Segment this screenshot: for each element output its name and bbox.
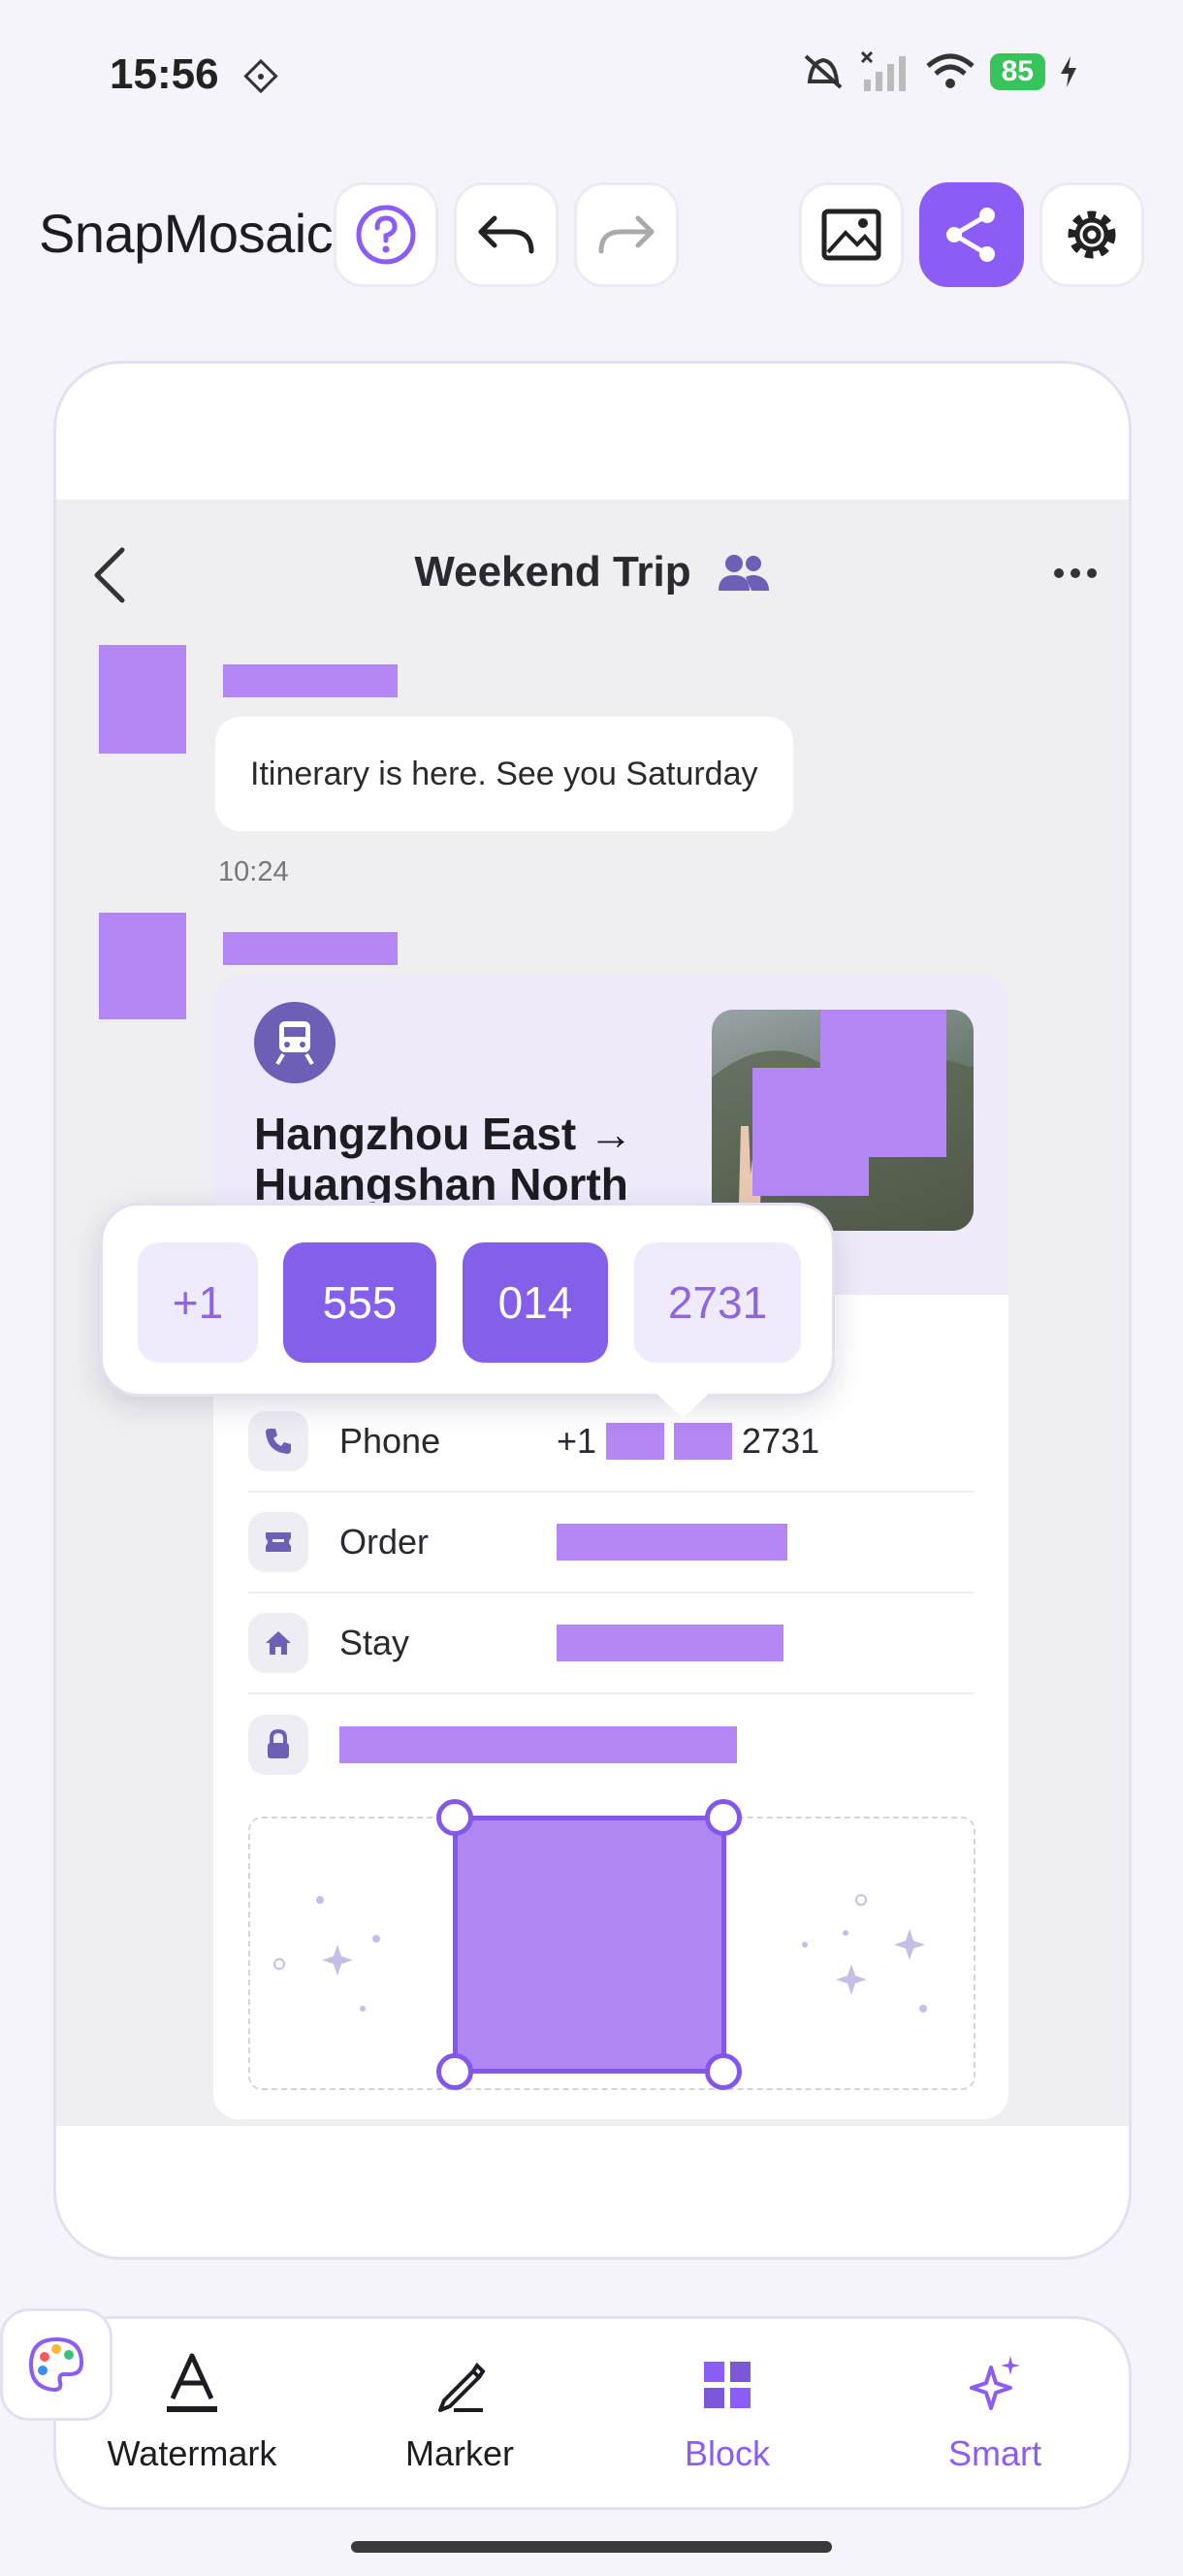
tool-block[interactable]: Block [611,2352,844,2474]
charging-icon [1061,56,1076,87]
stay-mosaic [557,1625,783,1661]
sparkle-decoration-icon [802,1894,927,2012]
phone-prefix: +1 [557,1421,597,1461]
status-icons: 85 [800,50,1078,93]
ticket-icon [248,1512,308,1572]
message-time: 10:24 [218,856,289,887]
detail-row-phone: Phone +1 2731 [248,1392,974,1493]
help-icon [356,205,416,265]
phone-mosaic [674,1423,733,1460]
pen-icon [438,2362,486,2412]
resize-handle-top-left[interactable] [436,1799,473,1836]
message-text: Itinerary is here. See you Saturday [250,755,758,792]
row-label: Phone [339,1421,441,1461]
grid-icon [243,58,278,94]
mosaic-selection-block[interactable] [453,1816,726,2074]
row-label: Order [339,1522,430,1562]
avatar-mosaic [99,645,186,754]
password-mosaic [339,1726,737,1763]
segment-prefix[interactable]: 014 [463,1242,608,1363]
sparkle-decoration-icon [273,1896,380,2012]
segment-area[interactable]: 555 [283,1242,436,1363]
detail-row-stay: Stay [248,1594,974,1694]
face-mosaic [820,1010,946,1068]
train-icon [254,1002,336,1083]
redo-icon [598,215,655,254]
detail-row-password [248,1694,974,1795]
undo-icon [478,215,534,254]
phone-value: +1 2731 [557,1421,819,1462]
phone-suffix: 2731 [742,1421,820,1461]
chat-title: Weekend Trip [414,548,691,596]
selfie-photo [712,1010,974,1231]
phone-mosaic [606,1423,665,1460]
block-grid-icon [704,2362,751,2408]
text-a-icon [167,2353,217,2412]
tool-label: Watermark [107,2433,277,2473]
resize-handle-bottom-left[interactable] [436,2053,473,2090]
sparkle-icon [970,2356,1020,2410]
route-origin: Hangzhou East → [254,1109,634,1159]
segment-country-code[interactable]: +1 [138,1242,258,1363]
undo-button[interactable] [454,182,559,287]
more-icon [1054,568,1097,578]
home-icon [248,1613,308,1673]
avatar-mosaic [99,913,186,1019]
image-button[interactable] [799,182,904,287]
message-bubble: Itinerary is here. See you Saturday [215,717,793,831]
group-icon [718,555,769,591]
popover-pointer [655,1393,710,1418]
share-button[interactable] [919,182,1024,287]
number-segment-popover: +1 555 014 2731 [100,1203,835,1397]
lock-icon [248,1715,308,1775]
app-title: SnapMosaic [39,203,334,264]
row-label: Stay [339,1623,410,1662]
tool-marker[interactable]: Marker [343,2352,576,2474]
tool-bar: Watermark Marker Block Smart [53,2316,1132,2510]
battery-level: 85 [989,53,1045,90]
status-time: 15:56 [110,50,219,98]
resize-handle-bottom-right[interactable] [705,2053,742,2090]
sender-name-mosaic [223,932,398,965]
tool-label: Smart [947,2433,1041,2473]
tool-label: Block [684,2433,771,2473]
share-icon [946,208,995,262]
help-button[interactable] [334,182,438,287]
resize-handle-top-right[interactable] [705,1799,742,1836]
segment-line[interactable]: 2731 [634,1242,801,1363]
settings-button[interactable] [1039,182,1144,287]
image-icon [821,209,881,261]
tool-smart[interactable]: Smart [879,2352,1111,2474]
palette-icon [28,2336,84,2393]
redo-button[interactable] [574,182,679,287]
sender-name-mosaic [223,664,398,697]
signal-icon [860,50,906,91]
face-mosaic [752,1157,869,1196]
detail-row-order: Order [248,1493,974,1594]
face-mosaic [752,1068,946,1157]
order-mosaic [557,1524,787,1561]
chat-header: Weekend Trip [56,548,1129,596]
tool-label: Marker [404,2433,514,2473]
mute-icon [804,54,842,89]
home-indicator[interactable] [351,2541,832,2553]
gear-icon [1068,210,1116,259]
wifi-icon [925,53,975,88]
palette-button[interactable] [0,2308,112,2421]
phone-icon [248,1411,308,1471]
